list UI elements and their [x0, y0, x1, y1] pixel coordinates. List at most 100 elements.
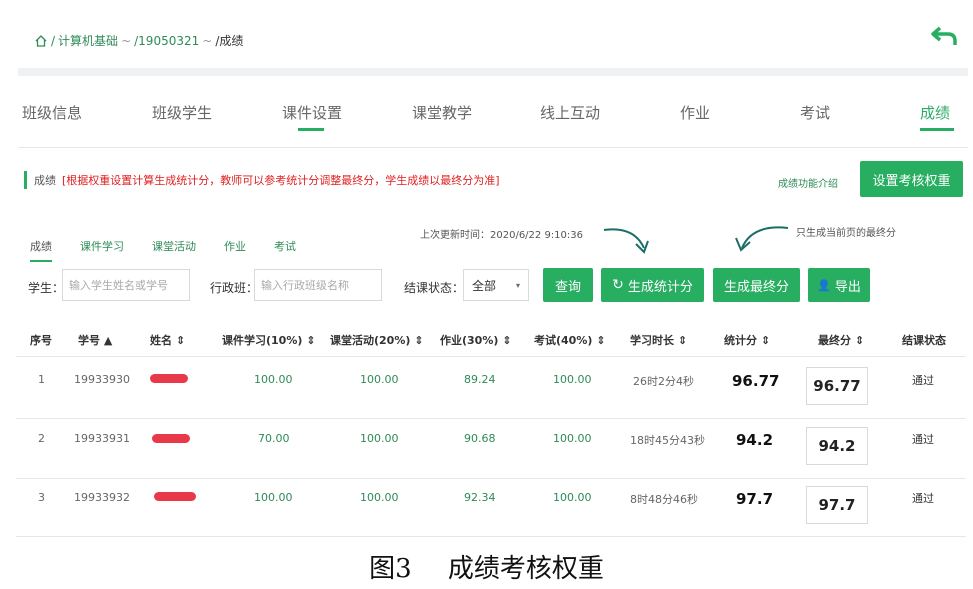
cell-exam: 100.00	[553, 491, 592, 504]
breadcrumb-course[interactable]: 计算机基础	[58, 32, 118, 49]
tab-exam[interactable]: 考试	[800, 102, 830, 123]
tabs-divider	[18, 147, 968, 148]
cell-duration: 8时48分46秒	[630, 493, 698, 506]
notice-accent-bar	[24, 171, 27, 189]
table-row-divider	[16, 418, 966, 419]
notice-label: 成绩	[34, 174, 56, 187]
cell-student-id: 19933931	[74, 432, 130, 445]
th-exam[interactable]: 考试(40%) ⇕	[534, 332, 605, 348]
cell-stat-score: 94.2	[736, 431, 774, 449]
table-row-divider	[16, 536, 966, 537]
last-update-time: 上次更新时间：2020/6/22 9:10:36	[420, 230, 584, 241]
grade-intro-link[interactable]: 成绩功能介绍	[778, 175, 838, 190]
class-search-input[interactable]: 输入行政班级名称	[254, 269, 382, 301]
tab-underline-grades	[920, 128, 954, 131]
breadcrumb-arrow: ~	[202, 33, 213, 48]
cell-status: 通过	[912, 374, 934, 387]
final-score-input[interactable]: 94.2	[806, 427, 868, 465]
th-student-id[interactable]: 学号 ▲	[78, 332, 112, 348]
breadcrumb-current: /成绩	[215, 34, 244, 48]
refresh-icon: ↻	[612, 277, 624, 293]
final-score-input[interactable]: 96.77	[806, 367, 868, 405]
th-index: 序号	[30, 334, 52, 347]
back-arrow-icon[interactable]	[930, 24, 958, 48]
student-filter-label: 学生：	[28, 281, 65, 295]
subtab-grades[interactable]: 成绩	[30, 238, 52, 262]
th-duration[interactable]: 学习时长 ⇕	[630, 332, 687, 348]
table-header-divider	[16, 356, 966, 357]
cell-activity: 100.00	[360, 373, 399, 386]
header-divider	[18, 68, 968, 76]
cell-homework: 92.34	[464, 491, 496, 504]
cell-student-id: 19933930	[74, 373, 130, 386]
user-export-icon: 👤	[817, 278, 831, 292]
export-label: 导出	[834, 279, 861, 295]
grade-notice: 成绩 [根据权重设置计算生成统计分，教师可以参考统计分调整最终分，学生成绩以最终…	[24, 171, 500, 189]
status-select[interactable]: 全部 ▾	[463, 269, 529, 301]
cell-homework: 90.68	[464, 432, 496, 445]
cell-courseware: 100.00	[254, 373, 293, 386]
annotation-arrow-icon	[735, 226, 789, 252]
notice-hint: [根据权重设置计算生成统计分，教师可以参考统计分调整最终分，学生成绩以最终分为准…	[62, 174, 500, 187]
table-row-divider	[16, 478, 966, 479]
cell-exam: 100.00	[553, 373, 592, 386]
subtab-homework[interactable]: 作业	[224, 238, 246, 254]
student-search-input[interactable]: 输入学生姓名或学号	[62, 269, 190, 301]
home-icon[interactable]	[34, 34, 48, 48]
tab-underline-courseware	[298, 128, 324, 131]
set-weight-button[interactable]: 设置考核权重	[860, 161, 963, 197]
cell-stat-score: 97.7	[736, 490, 774, 508]
subtab-activity[interactable]: 课堂活动	[152, 238, 196, 254]
main-tabs: 班级信息 班级学生 课件设置 课堂教学 线上互动 作业 考试 成绩	[0, 88, 973, 138]
subtab-courseware[interactable]: 课件学习	[80, 238, 124, 254]
figure-number: 图3	[369, 554, 412, 584]
tab-grades[interactable]: 成绩	[920, 102, 950, 123]
cell-status: 通过	[912, 433, 934, 446]
figure-title: 成绩考核权重	[447, 554, 604, 584]
tab-courseware-settings[interactable]: 课件设置	[282, 102, 342, 123]
status-select-value: 全部	[472, 278, 497, 293]
th-activity[interactable]: 课堂活动(20%) ⇕	[330, 332, 423, 348]
th-homework[interactable]: 作业(30%) ⇕	[440, 332, 511, 348]
breadcrumb: / 计算机基础 ~ /19050321 ~ /成绩	[34, 32, 243, 49]
cell-exam: 100.00	[553, 432, 592, 445]
breadcrumb-arrow: ~	[121, 33, 132, 48]
generate-stat-button[interactable]: ↻ 生成统计分	[601, 268, 704, 302]
breadcrumb-class[interactable]: /19050321	[134, 34, 199, 48]
generate-stat-label: 生成统计分	[627, 279, 693, 295]
th-name[interactable]: 姓名 ⇕	[150, 332, 185, 348]
th-stat-score[interactable]: 统计分 ⇕	[724, 332, 770, 348]
cell-student-id: 19933932	[74, 491, 130, 504]
cell-stat-score: 96.77	[732, 372, 780, 390]
cell-index: 3	[38, 491, 45, 504]
th-final-score[interactable]: 最终分 ⇕	[818, 332, 864, 348]
caret-down-icon: ▾	[515, 280, 520, 290]
tab-classroom-teaching[interactable]: 课堂教学	[412, 102, 472, 123]
final-score-input[interactable]: 97.7	[806, 486, 868, 524]
cell-courseware: 70.00	[258, 432, 290, 445]
figure-caption: 图3 成绩考核权重	[0, 548, 973, 585]
cell-duration: 26时2分4秒	[633, 375, 694, 388]
cell-index: 2	[38, 432, 45, 445]
breadcrumb-root: /	[51, 33, 56, 48]
th-status: 结课状态	[902, 334, 946, 347]
tab-class-info[interactable]: 班级信息	[22, 102, 82, 123]
export-button[interactable]: 👤 导出	[808, 268, 870, 302]
redacted-name	[150, 374, 188, 383]
cell-index: 1	[38, 373, 45, 386]
cell-homework: 89.24	[464, 373, 496, 386]
th-courseware[interactable]: 课件学习(10%) ⇕	[222, 332, 315, 348]
tab-class-students[interactable]: 班级学生	[152, 102, 212, 123]
final-score-note: 只生成当前页的最终分	[796, 228, 896, 239]
redacted-name	[152, 434, 190, 443]
sub-tabs: 成绩 课件学习 课堂活动 作业 考试	[30, 238, 324, 262]
redacted-name	[154, 492, 196, 501]
query-button[interactable]: 查询	[543, 268, 593, 302]
tab-online-interaction[interactable]: 线上互动	[540, 102, 600, 123]
cell-status: 通过	[912, 492, 934, 505]
status-filter-label: 结课状态：	[404, 281, 465, 295]
subtab-exam[interactable]: 考试	[274, 238, 296, 254]
generate-final-button[interactable]: 生成最终分	[713, 268, 800, 302]
cell-activity: 100.00	[360, 432, 399, 445]
tab-homework[interactable]: 作业	[680, 102, 710, 123]
